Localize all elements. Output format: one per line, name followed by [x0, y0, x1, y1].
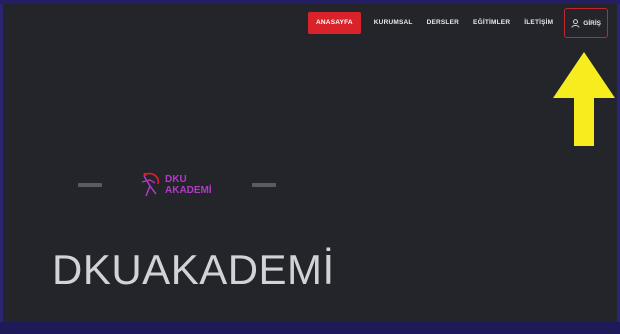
login-label: GİRİŞ	[583, 19, 601, 27]
nav-item-dersler[interactable]: DERSLER	[420, 12, 466, 34]
nav-item-egitimler[interactable]: EĞİTİMLER	[466, 12, 517, 34]
nav-item-kurumsal[interactable]: KURUMSAL	[367, 12, 420, 34]
arrow-up-icon	[553, 52, 615, 146]
logo-text-line1: DKU	[165, 174, 187, 185]
logo-area: DKU AKADEMİ	[78, 170, 276, 200]
decorative-dash-right	[251, 183, 276, 187]
logo-text: DKU AKADEMİ	[165, 174, 212, 196]
login-button[interactable]: GİRİŞ	[564, 8, 608, 38]
top-navigation: ANASAYFA KURUMSAL DERSLER EĞİTİMLER İLET…	[308, 8, 608, 38]
bottom-band	[0, 322, 620, 334]
hero-title: DKUAKADEMİ	[52, 246, 335, 293]
top-band	[0, 0, 620, 4]
logo-text-line2: AKADEMİ	[165, 185, 212, 196]
nav-item-anasayfa[interactable]: ANASAYFA	[308, 12, 361, 34]
site-logo[interactable]: DKU AKADEMİ	[138, 170, 212, 200]
decorative-dash-left	[78, 183, 102, 187]
runner-logo-icon	[141, 172, 160, 197]
user-icon	[571, 18, 580, 28]
nav-item-iletisim[interactable]: İLETİŞİM	[517, 12, 560, 34]
